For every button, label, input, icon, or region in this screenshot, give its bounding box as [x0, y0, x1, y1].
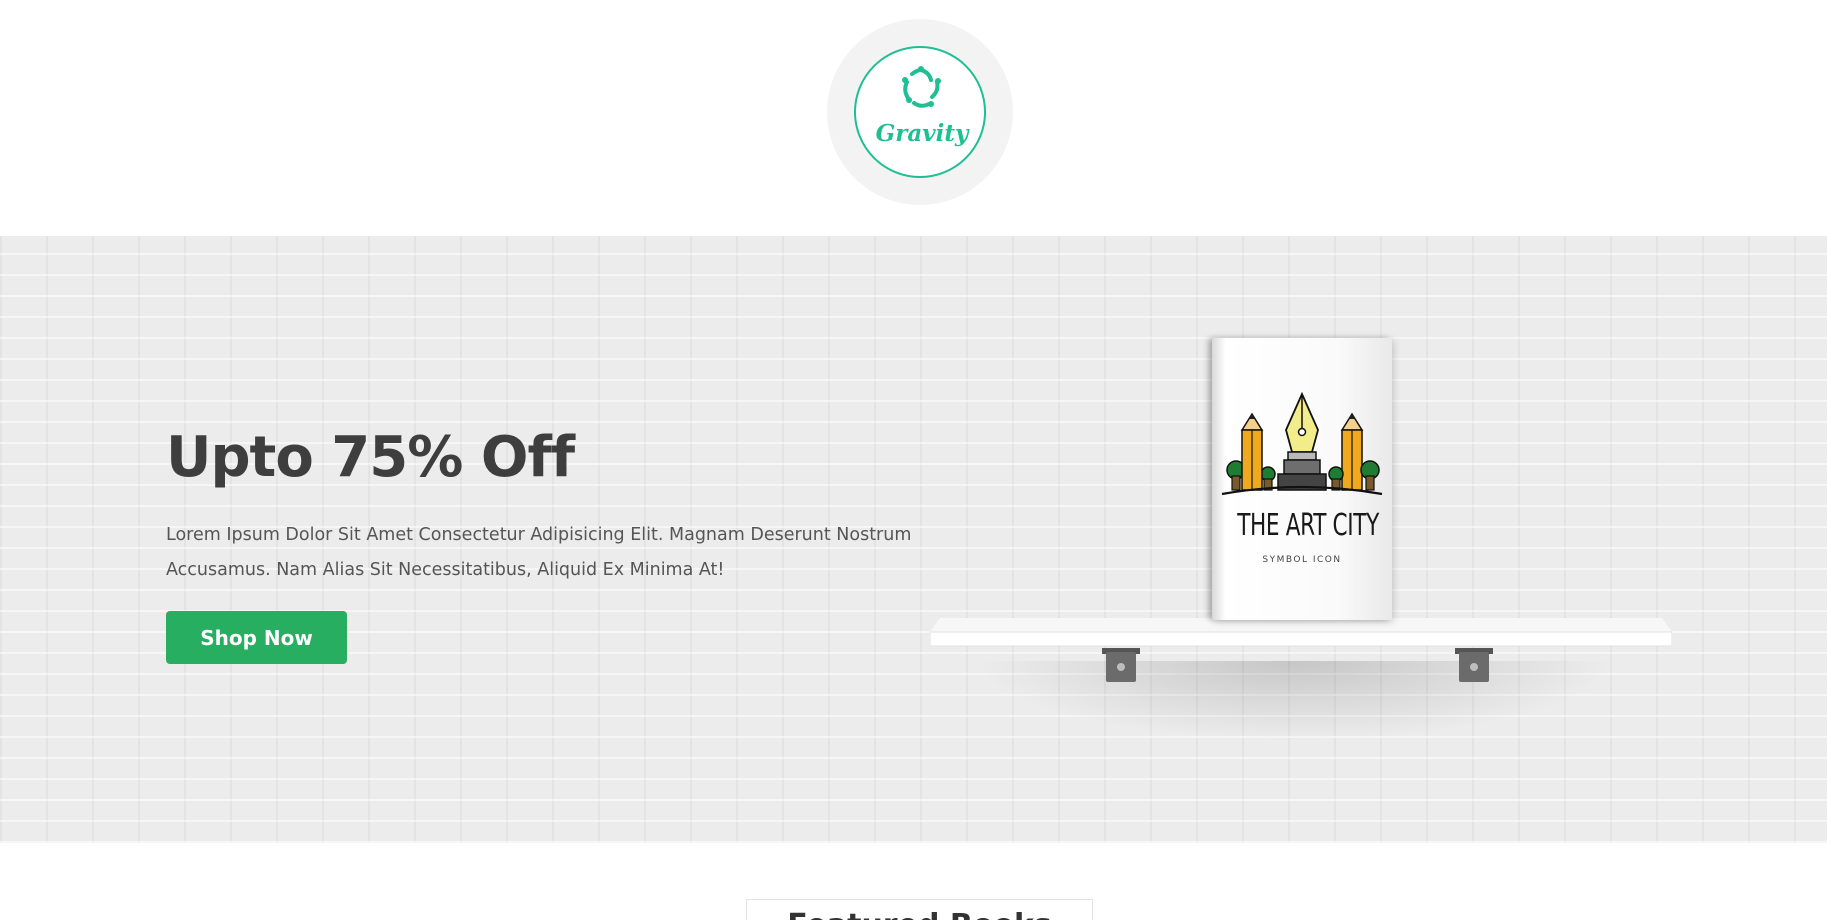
wall-shelf — [930, 618, 1672, 647]
hero-description: Lorem Ipsum Dolor Sit Amet Consectetur A… — [166, 525, 912, 580]
hero-banner: Upto 75% Off Lorem Ipsum Dolor Sit Amet … — [0, 236, 1827, 843]
shelf-shadow — [975, 661, 1615, 741]
page: Gravity Upto 75% Off Lorem Ipsum Dolor S… — [0, 0, 1827, 920]
book-title: THE ART CITY — [1237, 508, 1379, 543]
shop-now-button[interactable]: Shop Now — [166, 611, 347, 664]
hero-title: Upto 75% Off — [166, 425, 575, 490]
pen-nib-pencils-illustration — [1221, 391, 1383, 496]
featured-book-cover[interactable]: THE ART CITY SYMBOL ICON — [1212, 338, 1392, 620]
logo[interactable]: Gravity — [827, 19, 1013, 205]
featured-heading-box: Featured Books — [746, 899, 1093, 920]
featured-title: Featured Books — [747, 908, 1092, 920]
logo-badge: Gravity — [854, 46, 986, 178]
book-subtitle: SYMBOL ICON — [1262, 555, 1342, 565]
shelf-bracket-left — [1102, 648, 1140, 682]
site-header: Gravity — [0, 0, 1827, 236]
gravity-swirl-icon — [902, 66, 941, 108]
shelf-bracket-right — [1455, 648, 1493, 682]
logo-text: Gravity — [875, 120, 969, 147]
